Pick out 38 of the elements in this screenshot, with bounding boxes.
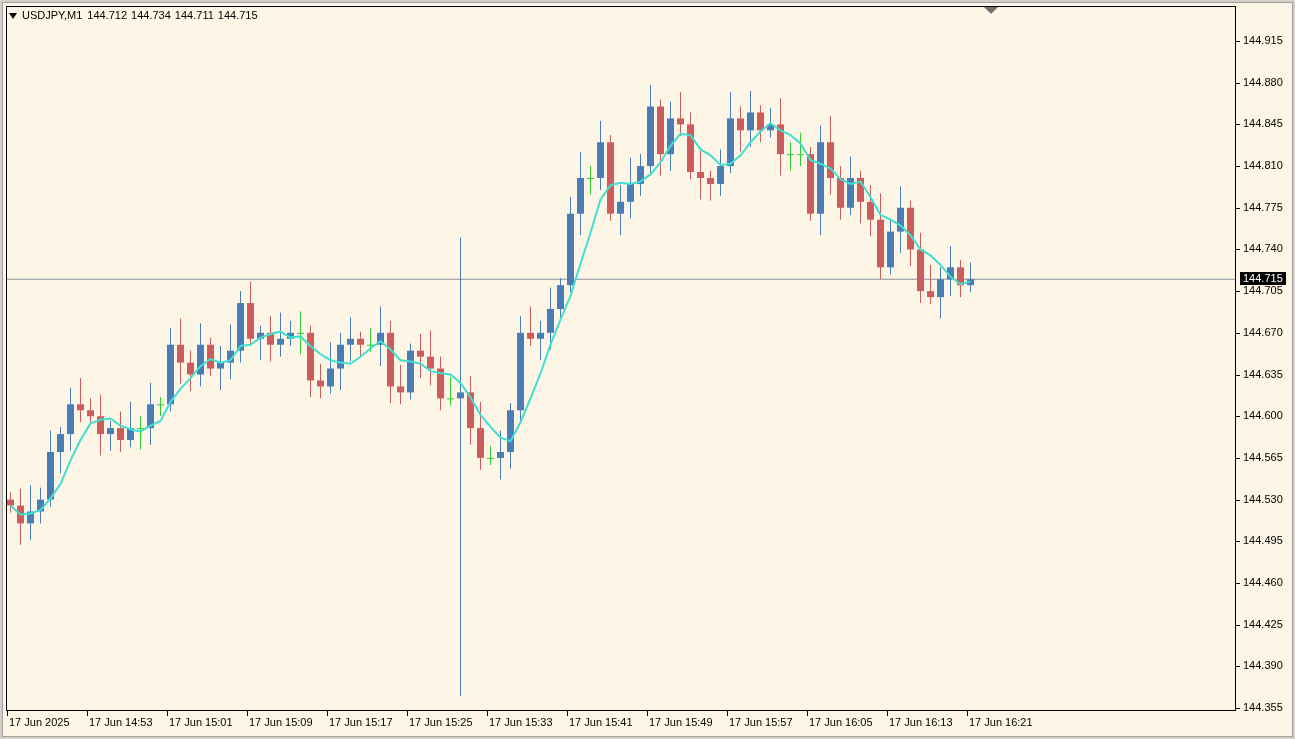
price-label: 144.670 bbox=[1243, 326, 1283, 338]
price-label: 144.530 bbox=[1243, 493, 1283, 505]
time-label: 17 Jun 16:13 bbox=[889, 717, 953, 728]
time-label: 17 Jun 2025 bbox=[9, 717, 70, 728]
quote-value: 144.711 bbox=[174, 10, 214, 21]
time-label: 17 Jun 15:17 bbox=[329, 717, 393, 728]
price-label: 144.565 bbox=[1243, 451, 1283, 463]
price-label: 144.705 bbox=[1243, 285, 1283, 297]
price-label: 144.390 bbox=[1243, 660, 1283, 672]
time-label: 17 Jun 16:21 bbox=[969, 717, 1033, 728]
chart-shift-marker-icon[interactable] bbox=[984, 7, 998, 14]
price-label: 144.425 bbox=[1243, 618, 1283, 630]
price-label: 144.810 bbox=[1243, 160, 1283, 172]
time-label: 17 Jun 15:09 bbox=[249, 717, 313, 728]
time-label: 17 Jun 15:57 bbox=[729, 717, 793, 728]
time-label: 17 Jun 15:01 bbox=[169, 717, 233, 728]
current-price-tag: 144.715 bbox=[1240, 272, 1286, 286]
price-label: 144.460 bbox=[1243, 576, 1283, 588]
time-label: 17 Jun 15:33 bbox=[489, 717, 553, 728]
price-label: 144.600 bbox=[1243, 410, 1283, 422]
time-label: 17 Jun 14:53 bbox=[89, 717, 153, 728]
dropdown-triangle-icon[interactable] bbox=[9, 12, 17, 19]
price-label: 144.495 bbox=[1243, 535, 1283, 547]
price-label: 144.845 bbox=[1243, 118, 1283, 130]
price-label: 144.915 bbox=[1243, 35, 1283, 46]
quote-value: 144.712 bbox=[87, 10, 128, 21]
price-label: 144.740 bbox=[1243, 243, 1283, 255]
symbol-label: USDJPY,M1 bbox=[22, 10, 83, 21]
time-label: 17 Jun 15:41 bbox=[569, 717, 633, 728]
time-label: 17 Jun 15:49 bbox=[649, 717, 713, 728]
quote-value: 144.734 bbox=[131, 10, 171, 21]
price-label: 144.635 bbox=[1243, 368, 1283, 380]
price-label: 144.775 bbox=[1243, 201, 1283, 213]
time-label: 17 Jun 15:25 bbox=[409, 717, 473, 728]
price-label: 144.355 bbox=[1243, 702, 1283, 714]
price-label: 144.880 bbox=[1243, 76, 1283, 88]
time-label: 17 Jun 16:05 bbox=[809, 717, 873, 728]
quote-value: 144.715 bbox=[217, 10, 258, 21]
